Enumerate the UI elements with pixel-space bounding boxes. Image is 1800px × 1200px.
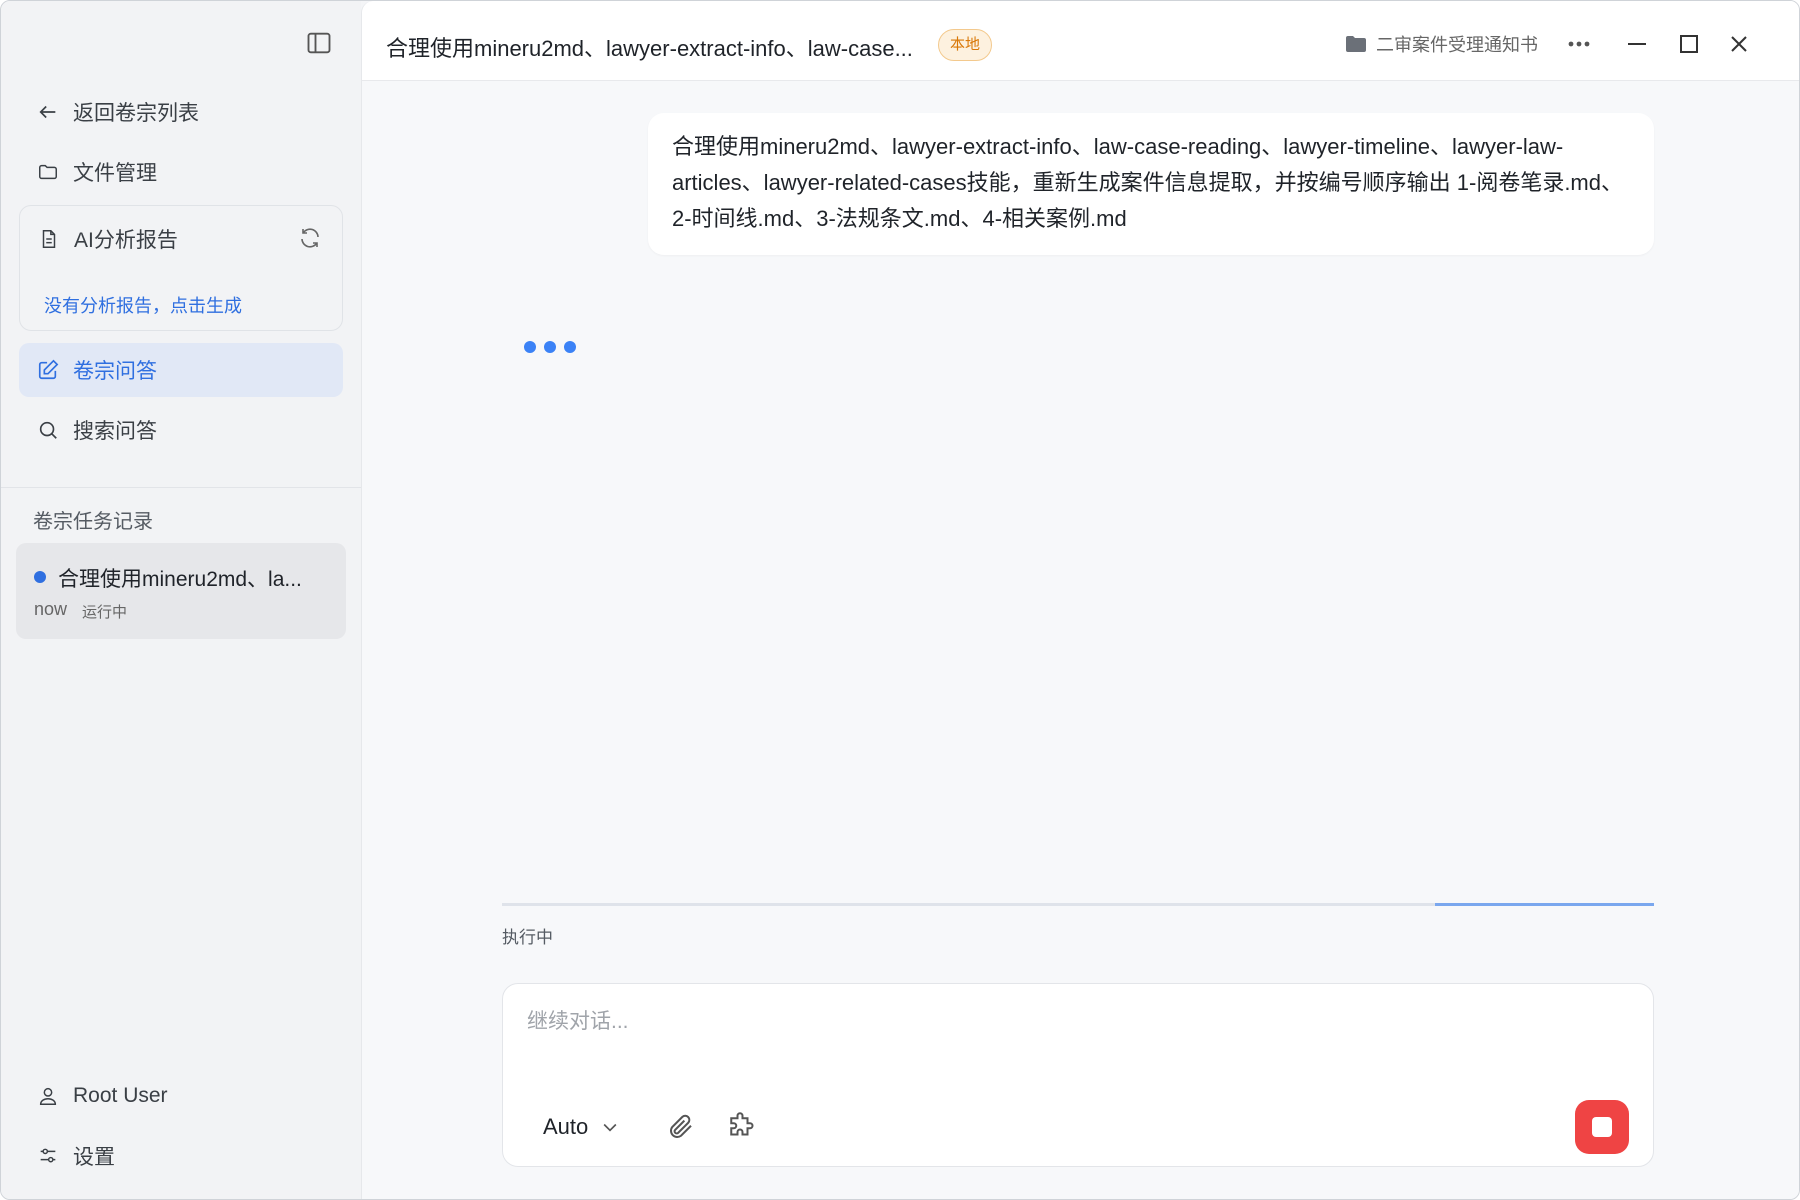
sliders-icon	[35, 1143, 61, 1169]
running-indicator-dot	[34, 571, 46, 583]
puzzle-icon[interactable]	[725, 1112, 755, 1142]
generate-report-link[interactable]: 没有分析报告，点击生成	[44, 292, 242, 318]
sidebar-toggle-icon[interactable]	[305, 29, 333, 57]
sidebar-item-search-qa[interactable]: 搜索问答	[19, 403, 343, 457]
search-icon	[35, 417, 61, 443]
minimize-icon[interactable]	[1622, 29, 1652, 59]
chevron-down-icon	[600, 1117, 620, 1137]
app-window: 返回卷宗列表 文件管理 AI分析报告 没有分析报告，点击生成 卷宗问答 搜索问答…	[0, 0, 1800, 1200]
folder-icon	[1344, 32, 1368, 56]
typing-dot	[524, 341, 536, 353]
sidebar-item-case-qa-label: 卷宗问答	[73, 360, 157, 383]
paperclip-icon[interactable]	[666, 1112, 696, 1142]
user-message-bubble: 合理使用mineru2md、lawyer-extract-info、law-ca…	[648, 113, 1654, 255]
task-time: now	[34, 599, 68, 619]
case-folder-button[interactable]: 二审案件受理通知书	[1344, 31, 1538, 57]
typing-indicator	[524, 341, 576, 353]
close-icon[interactable]	[1724, 29, 1754, 59]
user-profile-button[interactable]: Root User	[19, 1069, 343, 1123]
refresh-icon[interactable]	[298, 226, 324, 252]
user-name: Root User	[73, 1084, 168, 1107]
main-panel: 合理使用mineru2md、lawyer-extract-info、law-ca…	[361, 1, 1799, 1199]
execution-progress-fill	[1435, 903, 1654, 906]
sidebar: 返回卷宗列表 文件管理 AI分析报告 没有分析报告，点击生成 卷宗问答 搜索问答…	[1, 1, 361, 1199]
case-folder-name: 二审案件受理通知书	[1376, 35, 1538, 55]
back-to-list-button[interactable]: 返回卷宗列表	[19, 85, 343, 139]
mode-select-value: Auto	[543, 1114, 589, 1139]
back-to-list-label: 返回卷宗列表	[73, 102, 199, 125]
more-options-icon[interactable]	[1562, 29, 1596, 59]
ai-report-header[interactable]: AI分析报告	[36, 224, 178, 254]
task-title: 合理使用mineru2md、la...	[58, 568, 302, 591]
mode-select[interactable]: Auto	[543, 1114, 620, 1140]
user-icon	[35, 1083, 61, 1109]
stop-icon	[1592, 1117, 1612, 1137]
settings-button[interactable]: 设置	[19, 1129, 343, 1183]
conversation-title: 合理使用mineru2md、lawyer-extract-info、law-ca…	[386, 36, 913, 61]
execution-progress-bar	[502, 903, 1654, 906]
folder-icon	[35, 159, 61, 185]
task-history-item[interactable]: 合理使用mineru2md、la... now 运行中	[16, 543, 346, 639]
edit-icon	[35, 357, 61, 383]
document-icon	[36, 226, 62, 252]
sidebar-item-files-label: 文件管理	[73, 162, 157, 185]
task-status: 运行中	[82, 604, 128, 621]
sidebar-item-case-qa[interactable]: 卷宗问答	[19, 343, 343, 397]
typing-dot	[544, 341, 556, 353]
settings-label: 设置	[73, 1146, 115, 1169]
sidebar-item-search-qa-label: 搜索问答	[73, 420, 157, 443]
local-badge: 本地	[938, 29, 993, 61]
sidebar-item-files[interactable]: 文件管理	[19, 145, 343, 199]
task-history-title: 卷宗任务记录	[33, 511, 153, 533]
stop-generation-button[interactable]	[1575, 1100, 1629, 1154]
execution-status-label: 执行中	[502, 928, 553, 947]
message-composer: Auto	[502, 983, 1654, 1167]
message-input[interactable]	[527, 1002, 1627, 1042]
topbar: 合理使用mineru2md、lawyer-extract-info、law-ca…	[362, 1, 1799, 81]
ai-report-title: AI分析报告	[74, 229, 178, 252]
ai-report-card: AI分析报告 没有分析报告，点击生成	[19, 205, 343, 331]
sidebar-divider	[1, 487, 361, 488]
typing-dot	[564, 341, 576, 353]
arrow-left-icon	[35, 99, 61, 125]
maximize-icon[interactable]	[1674, 29, 1704, 59]
